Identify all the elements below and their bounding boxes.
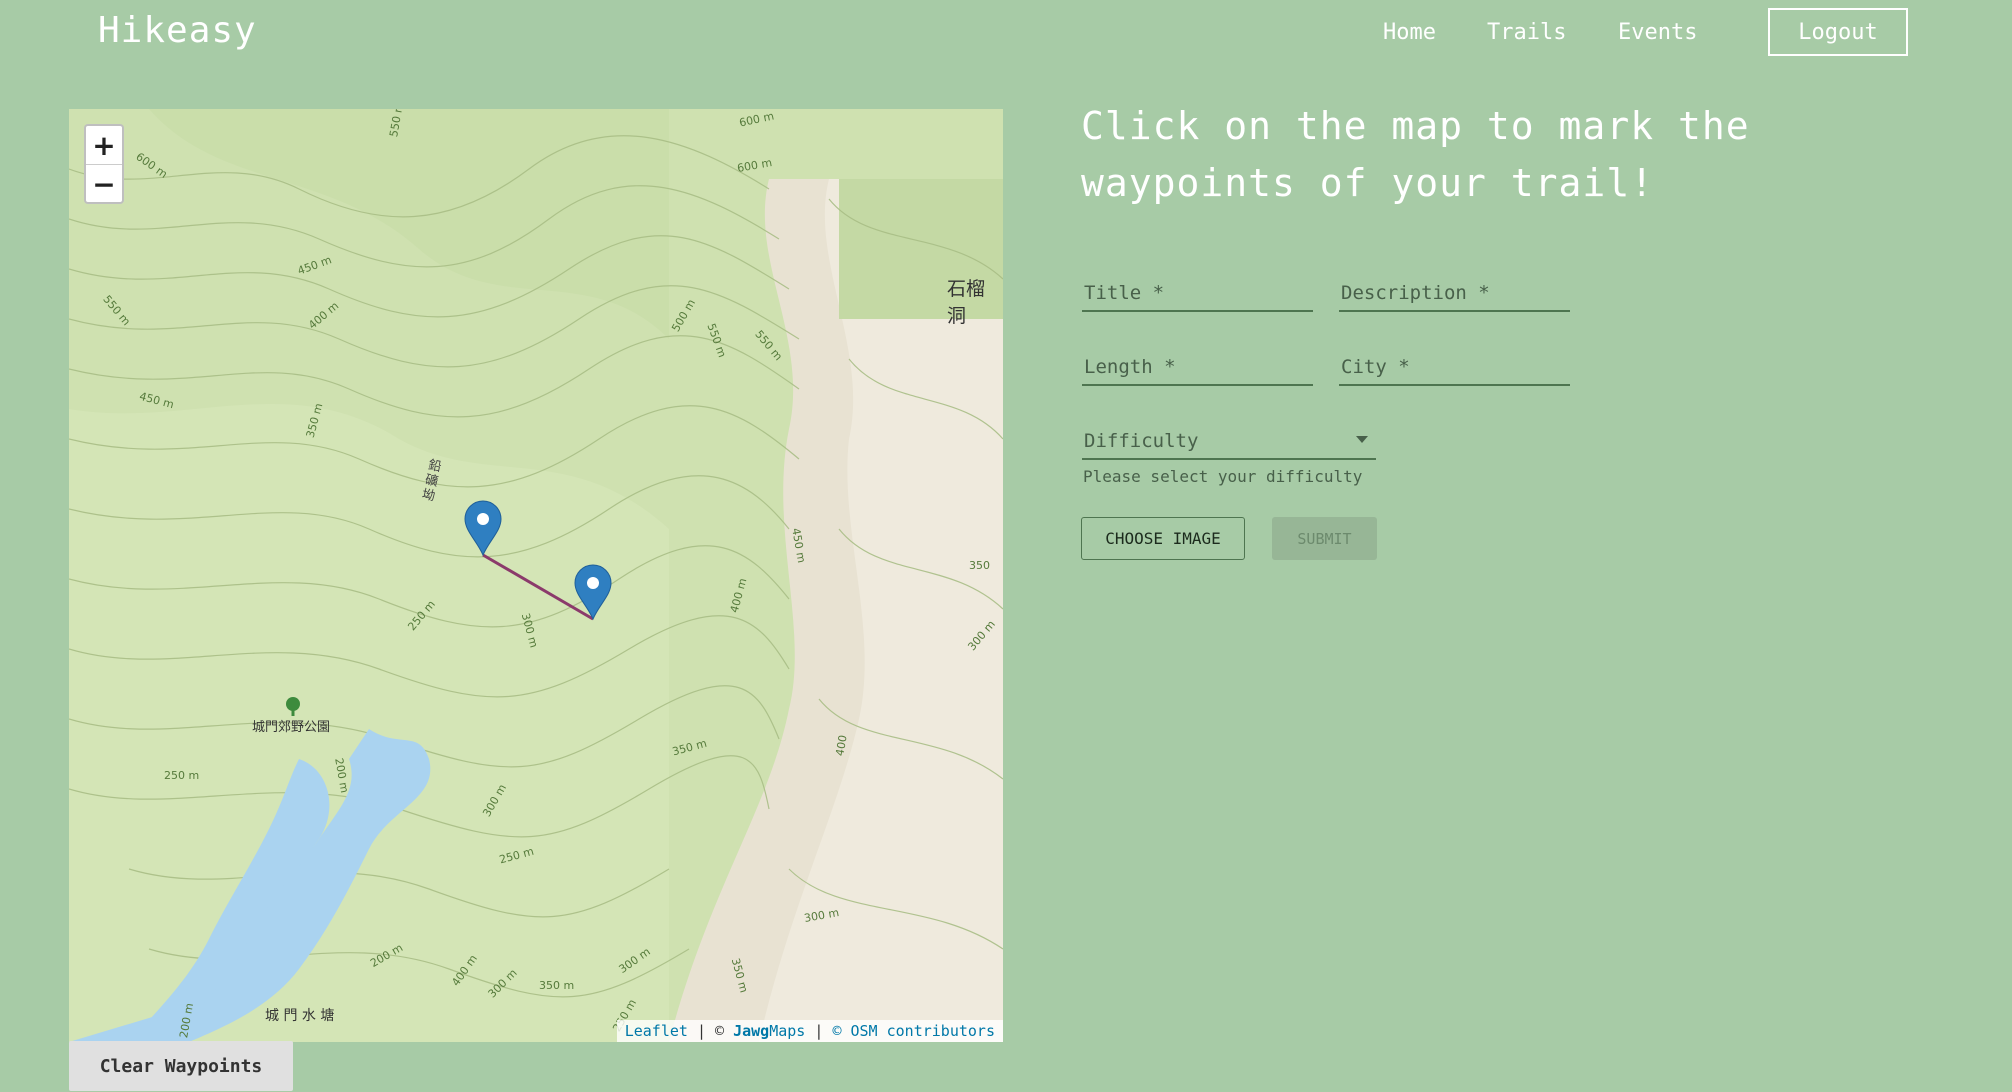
attribution-separator: | (696, 1022, 706, 1040)
city-label: City * (1341, 356, 1410, 378)
brand-logo[interactable]: Hikeasy (98, 10, 257, 51)
map-label-place: 石榴洞 (947, 278, 986, 327)
leaflet-link[interactable]: Leaflet (625, 1022, 688, 1040)
dropdown-arrow-icon (1356, 436, 1368, 443)
description-field[interactable]: Description * (1339, 272, 1570, 312)
map-attribution: Leaflet | © JawgMaps | © OSM contributor… (616, 1020, 1003, 1042)
nav-home[interactable]: Home (1383, 20, 1436, 45)
title-field[interactable]: Title * (1082, 272, 1313, 312)
contour-label: 250 m (164, 769, 200, 782)
attribution-copyright: © (715, 1022, 725, 1040)
length-field[interactable]: Length * (1082, 346, 1313, 386)
jawg-maps: Maps (769, 1022, 806, 1040)
page-headline: Click on the map to mark the waypoints o… (1081, 104, 1750, 205)
submit-button[interactable]: SUBMIT (1272, 517, 1377, 560)
difficulty-label: Difficulty (1084, 430, 1199, 452)
contour-label: 350 m (539, 979, 575, 992)
attribution-separator: | (814, 1022, 824, 1040)
zoom-in-button[interactable]: + (86, 126, 122, 165)
logout-button[interactable]: Logout (1768, 8, 1908, 56)
nav-events[interactable]: Events (1618, 20, 1697, 45)
zoom-out-button[interactable]: − (86, 165, 122, 203)
city-field[interactable]: City * (1339, 346, 1570, 386)
difficulty-select[interactable]: Difficulty (1082, 420, 1376, 460)
osm-link[interactable]: © OSM contributors (832, 1022, 995, 1040)
jawg-bold: Jawg (733, 1022, 770, 1040)
clear-waypoints-button[interactable]: Clear Waypoints (69, 1041, 293, 1091)
map-terrain (69, 109, 1003, 1042)
jawg-link[interactable]: JawgMaps (733, 1022, 805, 1040)
zoom-control: + − (84, 124, 124, 204)
nav-trails[interactable]: Trails (1487, 20, 1566, 45)
contour-label: 350 (969, 559, 990, 572)
description-label: Description * (1341, 282, 1490, 304)
trail-map[interactable]: 石榴洞 城門郊野公園 城 門 水 塘 鉛礦坳 550 m 600 m 600 m… (69, 109, 1003, 1042)
choose-image-button[interactable]: CHOOSE IMAGE (1081, 517, 1245, 560)
length-label: Length * (1084, 356, 1176, 378)
difficulty-helper-text: Please select your difficulty (1083, 467, 1363, 486)
title-label: Title * (1084, 282, 1165, 304)
map-label-park: 城門郊野公園 (252, 720, 331, 735)
map-label-reservoir: 城 門 水 塘 (265, 1008, 335, 1024)
